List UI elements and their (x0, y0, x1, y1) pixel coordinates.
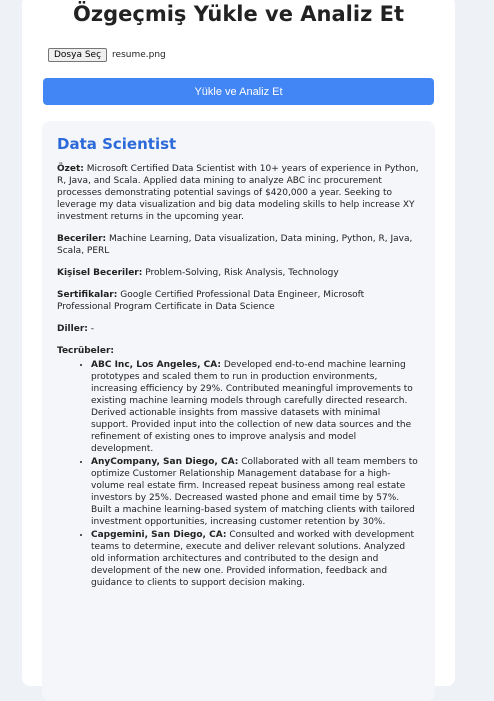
job-title: Data Scientist (57, 135, 177, 153)
experience-list: ABC Inc, Los Angeles, CA: Developed end-… (57, 359, 420, 589)
soft-skills-field: Kişisel Beceriler: Problem-Solving, Risk… (57, 267, 420, 279)
skills-field: Beceriler: Machine Learning, Data visual… (57, 233, 420, 257)
analysis-result: Data Scientist Özet: Microsoft Certified… (42, 121, 435, 701)
upload-analyze-button[interactable]: Yükle ve Analiz Et (43, 78, 434, 105)
experience-company: AnyCompany, San Diego, CA: (91, 457, 239, 467)
soft-skills-label: Kişisel Beceriler: (57, 268, 143, 278)
upload-card: Özgeçmiş Yükle ve Analiz Et Dosya Seç re… (22, 0, 455, 701)
experience-description: Collaborated with all team members to op… (91, 457, 418, 527)
file-name: resume.png (112, 50, 166, 60)
certifications-field: Sertifikalar: Google Certified Professio… (57, 289, 420, 313)
skills-text: Machine Learning, Data visualization, Da… (57, 234, 413, 256)
experience-item: ABC Inc, Los Angeles, CA: Developed end-… (91, 359, 420, 455)
experience-item: Capgemini, San Diego, CA: Consulted and … (91, 529, 420, 589)
page-title: Özgeçmiş Yükle ve Analiz Et (73, 2, 404, 26)
summary-label: Özet: (57, 164, 84, 174)
experience-section: Tecrübeler: ABC Inc, Los Angeles, CA: De… (57, 345, 420, 589)
skills-label: Beceriler: (57, 234, 107, 244)
languages-text: - (90, 324, 94, 334)
choose-file-button[interactable]: Dosya Seç (48, 48, 108, 62)
summary-field: Özet: Microsoft Certified Data Scientist… (57, 163, 420, 223)
soft-skills-text: Problem-Solving, Risk Analysis, Technolo… (145, 268, 339, 278)
languages-label: Diller: (57, 324, 88, 334)
experience-description: Developed end-to-end machine learning pr… (91, 360, 413, 454)
languages-field: Diller: - (57, 323, 420, 335)
experience-company: Capgemini, San Diego, CA: (91, 530, 227, 540)
file-input[interactable]: Dosya Seç resume.png (48, 48, 166, 62)
experience-item: AnyCompany, San Diego, CA: Collaborated … (91, 456, 420, 528)
certifications-label: Sertifikalar: (57, 290, 118, 300)
experience-company: ABC Inc, Los Angeles, CA: (91, 360, 221, 370)
experience-label: Tecrübeler: (57, 346, 115, 356)
summary-text: Microsoft Certified Data Scientist with … (57, 164, 419, 222)
